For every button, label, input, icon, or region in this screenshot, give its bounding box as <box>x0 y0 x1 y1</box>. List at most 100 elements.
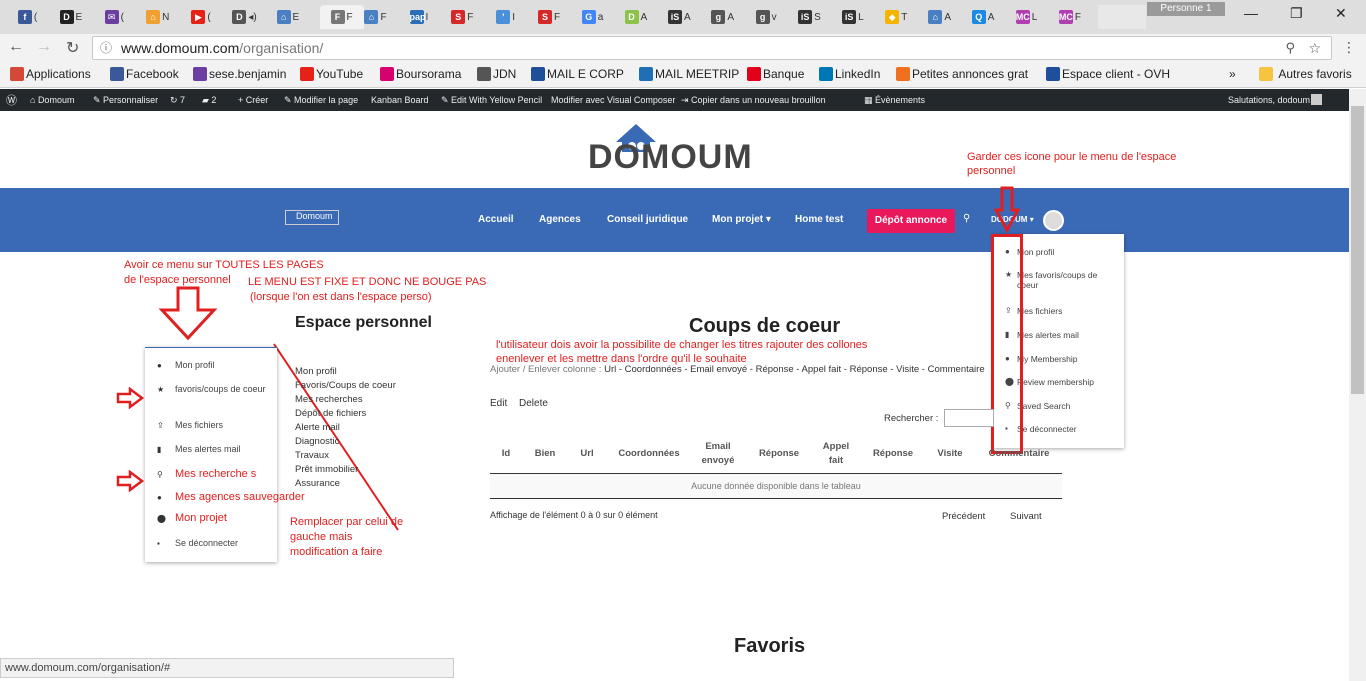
column-toggle-links[interactable]: Url - Coordonnées - Email envoyé - Répon… <box>604 364 985 375</box>
user-avatar-icon[interactable] <box>1043 210 1064 231</box>
table-header-cell[interactable]: Id <box>494 447 518 461</box>
espace-sub-link[interactable]: Alerte mail <box>295 421 396 435</box>
left-menu-item[interactable]: ⬤ Mon projet <box>157 512 227 524</box>
bookmark-item[interactable]: YouTube <box>300 67 363 81</box>
espace-sub-link[interactable]: Mes recherches <box>295 393 396 407</box>
bookmark-item[interactable]: Petites annonces grat <box>896 67 1028 81</box>
espace-sub-link[interactable]: Assurance <box>295 477 396 491</box>
table-header-cell[interactable]: Bien <box>530 447 560 461</box>
wp-bar-item[interactable]: ✎ Modifier la page <box>284 95 358 106</box>
browser-tab[interactable]: MC F <box>1057 5 1082 29</box>
delete-button[interactable]: Delete <box>519 398 548 409</box>
left-menu-item[interactable]: ● Mon profil <box>157 360 215 370</box>
wp-bar-item[interactable]: ▦ Évènements <box>864 95 925 106</box>
zoom-icon[interactable]: ⚲ <box>1285 37 1295 59</box>
browser-tab[interactable]: ◆ T <box>884 5 909 29</box>
browser-tab[interactable]: SF <box>450 5 475 29</box>
browser-tab[interactable]: iS L <box>840 5 865 29</box>
left-menu-item[interactable]: ● Mes agences sauvegarder <box>157 491 305 503</box>
left-menu-item[interactable]: ▮ Mes alertes mail <box>157 444 241 454</box>
next-page-button[interactable]: Suivant <box>1010 511 1042 522</box>
new-tab-button[interactable] <box>1098 5 1146 29</box>
wp-bar-item[interactable]: ✎ Personnaliser <box>93 95 158 106</box>
wp-greeting[interactable]: Salutations, dodoum <box>1228 95 1310 105</box>
other-bookmarks[interactable]: Autres favoris <box>1259 67 1352 81</box>
browser-tab[interactable]: gA <box>710 5 735 29</box>
espace-sub-link[interactable]: Mon profil <box>295 365 396 379</box>
wp-bar-item[interactable]: ▰ 2 <box>202 95 216 106</box>
bookmarks-more-button[interactable]: » <box>1229 67 1236 81</box>
table-header-cell[interactable]: Email envoyé <box>698 440 738 468</box>
browser-tab[interactable]: D ◂) <box>232 5 257 29</box>
browser-tab[interactable]: SF <box>537 5 562 29</box>
browser-tab[interactable]: ✉( <box>102 5 127 29</box>
espace-sub-link[interactable]: Travaux <box>295 449 396 463</box>
edit-button[interactable]: Edit <box>490 398 507 409</box>
bookmark-item[interactable]: Espace client - OVH <box>1046 67 1170 81</box>
profile-button[interactable]: Personne 1 <box>1147 2 1225 16</box>
table-header-cell[interactable]: Coordonnées <box>614 447 684 461</box>
left-menu-item[interactable]: ▪ Se déconnecter <box>157 538 238 548</box>
wp-bar-item[interactable]: + Créer <box>238 95 268 105</box>
espace-sub-link[interactable]: Dépôt de fichiers <box>295 407 396 421</box>
browser-tab[interactable]: QA <box>971 5 996 29</box>
broken-logo-image[interactable]: Domoum <box>285 210 339 225</box>
nav-mon-projet[interactable]: Mon projet ▾ <box>712 214 771 225</box>
table-header-cell[interactable]: Réponse <box>868 447 918 461</box>
address-bar[interactable]: ⓘ www.domoum.com/organisation/ ⚲ ☆ <box>92 36 1332 60</box>
info-icon[interactable]: ⓘ <box>100 37 112 59</box>
table-header-cell[interactable]: Appel fait <box>816 440 856 468</box>
bookmark-item[interactable]: LinkedIn <box>819 67 880 81</box>
bookmark-item[interactable]: Banque <box>747 67 804 81</box>
espace-sub-link[interactable]: Diagnostic <box>295 435 396 449</box>
browser-tab[interactable]: ⌂ F <box>363 5 388 29</box>
table-header-cell[interactable]: Visite <box>932 447 968 461</box>
browser-tab[interactable]: ⌂ N <box>145 5 170 29</box>
previous-page-button[interactable]: Précédent <box>942 511 985 522</box>
wp-bar-item[interactable]: ✎ Edit With Yellow Pencil <box>441 95 542 106</box>
wordpress-icon[interactable]: Ⓦ <box>6 92 17 108</box>
browser-tab[interactable]: f( <box>15 5 40 29</box>
wp-bar-item[interactable]: ↻ 7 <box>170 95 185 106</box>
reload-icon[interactable]: ↻ <box>66 38 79 58</box>
scrollbar-thumb[interactable] <box>1351 106 1364 394</box>
browser-tab[interactable]: ’ I <box>493 5 518 29</box>
left-menu-item[interactable]: ★ favoris/coups de coeur <box>157 384 266 394</box>
bookmark-item[interactable]: MAIL E CORP <box>531 67 624 81</box>
browser-tab[interactable]: ▶( <box>189 5 214 29</box>
left-menu-item[interactable]: ⚲ Mes recherche s <box>157 468 256 480</box>
left-menu-item[interactable]: ⇪ Mes fichiers <box>157 420 223 430</box>
depot-annonce-button[interactable]: Dépôt annonce <box>867 209 955 233</box>
bookmark-item[interactable]: JDN <box>477 67 516 81</box>
maximize-icon[interactable]: ❐ <box>1290 5 1303 22</box>
wp-bar-item[interactable]: Kanban Board <box>371 95 429 105</box>
bookmark-item[interactable]: Facebook <box>110 67 179 81</box>
close-icon[interactable]: ✕ <box>1335 5 1347 22</box>
browser-tab[interactable]: gv <box>754 5 779 29</box>
table-header-cell[interactable]: Réponse <box>755 447 803 461</box>
browser-tab[interactable]: MC L <box>1014 5 1039 29</box>
bookmark-item[interactable]: MAIL MEETRIP <box>639 67 739 81</box>
bookmark-item[interactable]: Applications <box>10 67 91 81</box>
menu-icon[interactable]: ⋮ <box>1342 39 1356 56</box>
nav-accueil[interactable]: Accueil <box>478 214 514 225</box>
nav-agences[interactable]: Agences <box>539 214 581 225</box>
browser-tab[interactable]: DA <box>623 5 648 29</box>
table-header-cell[interactable]: Url <box>575 447 599 461</box>
browser-tab[interactable]: DE <box>58 5 83 29</box>
browser-tab[interactable]: iS A <box>667 5 692 29</box>
browser-tab[interactable]: ⌂ A <box>927 5 952 29</box>
espace-sub-link[interactable]: Prêt immobilier <box>295 463 396 477</box>
back-icon[interactable]: ← <box>8 38 24 56</box>
browser-tab[interactable]: FF <box>319 5 364 29</box>
browser-tab[interactable]: ⌂ E <box>275 5 300 29</box>
site-logo[interactable]: DOMOUM <box>588 122 772 180</box>
browser-tab[interactable]: iS S <box>797 5 822 29</box>
bookmark-item[interactable]: Boursorama <box>380 67 461 81</box>
minimize-icon[interactable]: — <box>1244 5 1258 21</box>
browser-tab[interactable]: pap I <box>406 5 431 29</box>
wp-bar-item[interactable]: ⇥ Copier dans un nouveau brouillon <box>681 95 826 106</box>
forward-icon[interactable]: → <box>36 38 52 56</box>
browser-tab[interactable]: Ga <box>580 5 605 29</box>
nav-conseil-juridique[interactable]: Conseil juridique <box>607 214 688 225</box>
